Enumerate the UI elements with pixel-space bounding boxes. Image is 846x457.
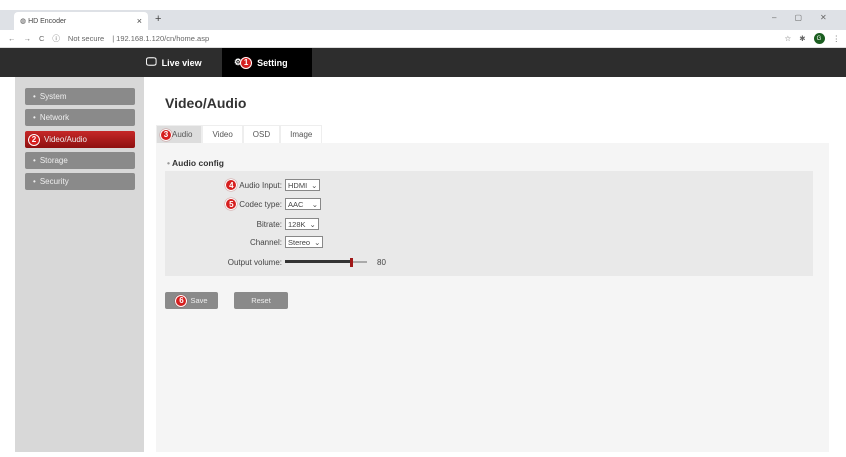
field-label: Codec type: [239, 199, 282, 209]
tab-audio[interactable]: 3 Audio [156, 125, 203, 143]
top-nav [0, 48, 846, 77]
tab-video[interactable]: Video [202, 125, 243, 143]
avatar[interactable]: G [813, 33, 825, 44]
tab-osd[interactable]: OSD [242, 125, 281, 143]
monitor-icon: 🖵 [146, 56, 157, 68]
field-label: Output volume: [227, 257, 282, 267]
annotation-badge: 5 [225, 198, 238, 210]
tab-image[interactable]: Image [280, 125, 323, 143]
reset-button[interactable]: Reset [234, 292, 288, 309]
sidebar-item-system[interactable]: • System [25, 88, 135, 105]
volume-slider[interactable] [285, 258, 367, 267]
tab-bar: 3 Audio Video OSD Image [156, 125, 323, 143]
minimize-icon[interactable]: – [772, 13, 776, 22]
annotation-badge: 1 [240, 56, 253, 69]
chevron-down-icon: ⌄ [309, 219, 316, 229]
restore-icon[interactable]: ▢ [794, 13, 802, 22]
nav-label: Live view [161, 57, 202, 68]
save-button[interactable]: 6 Save [165, 292, 218, 309]
slider-thumb[interactable] [349, 258, 353, 267]
nav-label: Setting [257, 57, 288, 68]
url-input[interactable]: 192.168.1.120/cn/home.asp [116, 34, 209, 43]
forward-icon[interactable]: → [24, 34, 32, 43]
annotation-badge: 2 [28, 133, 40, 146]
sidebar-item-network[interactable]: • Network [25, 109, 135, 126]
chevron-down-icon: ⌄ [314, 237, 321, 247]
tab-label: OSD [252, 130, 271, 139]
extensions-icon[interactable]: ✱ [799, 34, 805, 43]
reload-icon[interactable]: C [39, 34, 44, 43]
codec-type-row: 5 Codec type: AAC ⌄ [165, 197, 415, 211]
field-label: Bitrate: [256, 219, 282, 229]
select-value: 128K [288, 219, 306, 229]
sidebar-item-storage[interactable]: • Storage [25, 152, 135, 169]
sidebar-item-security[interactable]: • Security [25, 173, 135, 190]
audio-input-select[interactable]: HDMI ⌄ [285, 179, 321, 191]
sidebar-item-label: Security [39, 177, 69, 186]
select-value: AAC [288, 199, 304, 209]
sidebar-item-label: Storage [39, 156, 68, 165]
bitrate-select[interactable]: 128K ⌄ [285, 218, 319, 230]
sidebar: • System • Network 2 Video/Audio • Storage •… [15, 77, 144, 452]
sidebar-item-label: Video/Audio [44, 135, 87, 144]
sidebar-item-label: System [39, 92, 67, 101]
sidebar-item-label: Network [39, 113, 70, 122]
sidebar-item-video-audio[interactable]: 2 Video/Audio [25, 131, 135, 148]
page-title: Video/Audio [165, 95, 247, 111]
tab-title: HD Encoder [28, 17, 67, 25]
tab-label: Image [290, 130, 313, 139]
annotation-badge: 6 [175, 294, 188, 307]
tab-label: Audio [172, 130, 193, 139]
output-volume-row: Output volume: 80 [165, 255, 415, 269]
channel-select[interactable]: Stereo ⌄ [285, 236, 324, 248]
bitrate-row: Bitrate: 128K ⌄ [165, 217, 415, 231]
nav-live-view[interactable]: 🖵 Live view [134, 48, 214, 77]
back-icon[interactable]: ← [8, 34, 16, 43]
codec-type-select[interactable]: AAC ⌄ [285, 198, 321, 210]
menu-icon[interactable]: ⋮ [833, 34, 846, 43]
not-secure-label: Not secure [67, 34, 105, 43]
field-label: Audio Input: [239, 180, 282, 190]
button-label: Save [190, 296, 208, 305]
chevron-down-icon: ⌄ [311, 180, 318, 190]
section-heading: • Audio config [167, 158, 224, 168]
audio-input-row: 4 Audio Input: HDMI ⌄ [165, 178, 415, 192]
browser-tab[interactable]: ◍ HD Encoder × [14, 12, 148, 30]
address-bar: ← → C ⓘ Not secure | 192.168.1.120/cn/ho… [0, 30, 846, 48]
volume-value: 80 [377, 257, 386, 267]
new-tab-button[interactable]: + [155, 13, 161, 25]
nav-setting[interactable]: ⚙ 1 Setting [222, 48, 312, 77]
select-value: HDMI [288, 180, 308, 190]
chevron-down-icon: ⌄ [311, 199, 318, 209]
close-tab-icon[interactable]: × [137, 16, 142, 26]
field-label: Channel: [249, 237, 282, 247]
section-title: Audio config [172, 158, 224, 168]
info-icon: ⓘ [52, 34, 60, 43]
globe-icon: ◍ [20, 18, 29, 25]
select-value: Stereo [288, 237, 311, 247]
close-window-icon[interactable]: ✕ [820, 13, 827, 22]
annotation-badge: 4 [225, 179, 238, 191]
annotation-badge: 3 [160, 128, 172, 141]
button-label: Reset [251, 296, 271, 305]
tab-label: Video [212, 130, 233, 139]
channel-row: Channel: Stereo ⌄ [165, 235, 415, 249]
star-icon[interactable]: ☆ [784, 34, 791, 43]
